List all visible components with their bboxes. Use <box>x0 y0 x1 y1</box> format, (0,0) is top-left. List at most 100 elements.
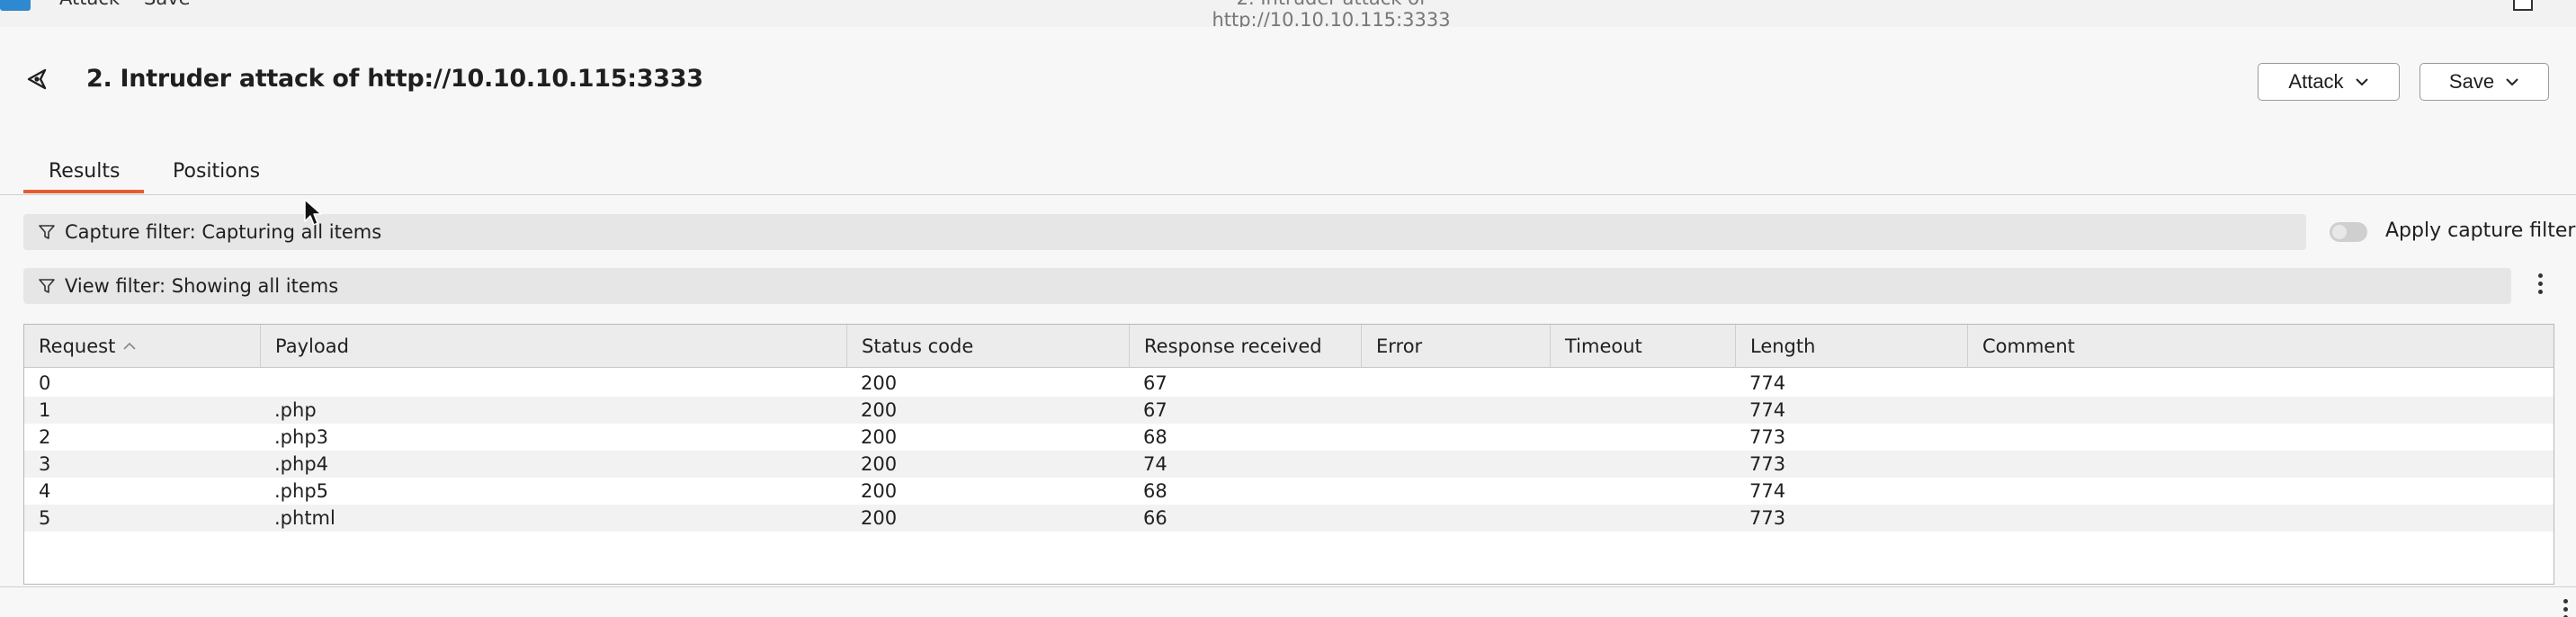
cell-error <box>1361 397 1375 424</box>
cell-payload: .php4 <box>274 453 329 475</box>
maximize-icon[interactable] <box>2513 0 2533 11</box>
cell-error <box>1361 370 1375 397</box>
cell-status-code: 200 <box>861 507 898 529</box>
cell-request: 5 <box>39 507 51 529</box>
more-options-icon[interactable] <box>2538 273 2544 294</box>
cell-timeout <box>1550 505 1564 532</box>
sort-ascending-icon <box>123 342 136 350</box>
cell-length: 773 <box>1749 507 1786 529</box>
cell-request: 3 <box>39 453 51 475</box>
cell-comment <box>1967 451 1981 478</box>
cell-response-received: 67 <box>1143 372 1167 394</box>
cell-error <box>1361 505 1375 532</box>
cell-comment <box>1967 397 1981 424</box>
column-header-error[interactable]: Error <box>1361 325 1550 368</box>
cell-status-code: 200 <box>861 453 898 475</box>
cell-error <box>1361 451 1375 478</box>
cell-length: 773 <box>1749 426 1786 448</box>
cell-length: 774 <box>1749 372 1786 394</box>
save-button-label: Save <box>2448 70 2495 93</box>
cell-timeout <box>1550 451 1564 478</box>
column-header-status-code[interactable]: Status code <box>846 325 1129 368</box>
cell-timeout <box>1550 370 1564 397</box>
table-row[interactable]: 2 .php3 200 68 773 <box>24 424 2554 451</box>
cell-status-code: 200 <box>861 426 898 448</box>
bottom-more-options-icon[interactable] <box>2563 599 2569 617</box>
column-header-label: Timeout <box>1565 335 1642 357</box>
cell-payload: .phtml <box>274 507 335 529</box>
cell-comment <box>1967 478 1981 505</box>
filter-icon <box>39 225 55 239</box>
table-row[interactable]: 0 200 67 774 <box>24 370 2554 397</box>
tab-results[interactable]: Results <box>49 160 120 183</box>
column-header-payload[interactable]: Payload <box>260 325 846 368</box>
cell-payload <box>260 370 274 397</box>
column-header-comment[interactable]: Comment <box>1967 325 2555 368</box>
menu-attack[interactable]: Attack <box>59 0 120 9</box>
capture-filter-bar[interactable]: Capture filter: Capturing all items <box>23 214 2306 250</box>
cell-response-received: 68 <box>1143 426 1167 448</box>
column-header-timeout[interactable]: Timeout <box>1550 325 1735 368</box>
tab-positions[interactable]: Positions <box>173 160 260 183</box>
cell-status-code: 200 <box>861 480 898 502</box>
cell-error <box>1361 478 1375 505</box>
bottom-divider <box>0 586 2576 587</box>
cell-response-received: 74 <box>1143 453 1167 475</box>
app-logo-icon <box>0 0 31 11</box>
cell-response-received: 67 <box>1143 399 1167 421</box>
page-title: 2. Intruder attack of http://10.10.10.11… <box>86 65 703 93</box>
cell-timeout <box>1550 478 1564 505</box>
column-header-label: Payload <box>275 335 349 357</box>
results-table: Request Payload Status code Response rec… <box>23 324 2554 585</box>
cell-payload: .php3 <box>274 426 329 448</box>
view-filter-bar[interactable]: View filter: Showing all items <box>23 268 2511 304</box>
chevron-down-icon <box>2506 78 2518 86</box>
cell-request: 4 <box>39 480 51 502</box>
table-row[interactable]: 5 .phtml 200 66 773 <box>24 505 2554 532</box>
attack-menu-button[interactable]: Attack <box>2258 63 2400 101</box>
table-header: Request Payload Status code Response rec… <box>24 325 2554 368</box>
cell-response-received: 68 <box>1143 480 1167 502</box>
cell-payload: .php <box>274 399 317 421</box>
table-row[interactable]: 1 .php 200 67 774 <box>24 397 2554 424</box>
column-header-label: Response received <box>1144 335 1322 357</box>
column-header-length[interactable]: Length <box>1735 325 1967 368</box>
column-header-label: Status code <box>862 335 974 357</box>
table-row[interactable]: 3 .php4 200 74 773 <box>24 451 2554 478</box>
cell-length: 773 <box>1749 453 1786 475</box>
save-menu-button[interactable]: Save <box>2419 63 2549 101</box>
cell-timeout <box>1550 424 1564 451</box>
apply-capture-filter-label: Apply capture filter <box>2385 219 2576 242</box>
cell-response-received: 66 <box>1143 507 1167 529</box>
table-row[interactable]: 4 .php5 200 68 774 <box>24 478 2554 505</box>
filter-icon <box>39 279 55 293</box>
active-tab-indicator <box>23 190 144 193</box>
column-header-response-received[interactable]: Response received <box>1129 325 1361 368</box>
cell-comment <box>1967 505 1981 532</box>
intruder-attack-window: Attack Save 2. Intruder attack of http:/… <box>0 0 2576 617</box>
column-header-label: Request <box>39 335 116 357</box>
cell-request: 1 <box>39 399 51 421</box>
cell-timeout <box>1550 397 1564 424</box>
column-header-label: Length <box>1750 335 1816 357</box>
cell-request: 0 <box>39 372 51 394</box>
cell-comment <box>1967 424 1981 451</box>
column-header-label: Comment <box>1982 335 2075 357</box>
mouse-cursor-icon <box>304 199 322 226</box>
cell-request: 2 <box>39 426 51 448</box>
menu-save[interactable]: Save <box>144 0 191 9</box>
attack-button-label: Attack <box>2288 70 2344 93</box>
cell-status-code: 200 <box>861 372 898 394</box>
cell-status-code: 200 <box>861 399 898 421</box>
capture-filter-label: Capture filter: Capturing all items <box>65 221 382 243</box>
window-title: 2. Intruder attack of http://10.10.10.11… <box>1212 0 1451 27</box>
cell-length: 774 <box>1749 480 1786 502</box>
cell-error <box>1361 424 1375 451</box>
tabs-divider <box>0 194 2576 195</box>
column-header-request[interactable]: Request <box>24 325 260 368</box>
cell-length: 774 <box>1749 399 1786 421</box>
view-filter-label: View filter: Showing all items <box>65 275 339 297</box>
column-header-label: Error <box>1376 335 1423 357</box>
apply-capture-filter-toggle[interactable] <box>2330 222 2367 242</box>
intruder-target-icon <box>27 68 47 90</box>
